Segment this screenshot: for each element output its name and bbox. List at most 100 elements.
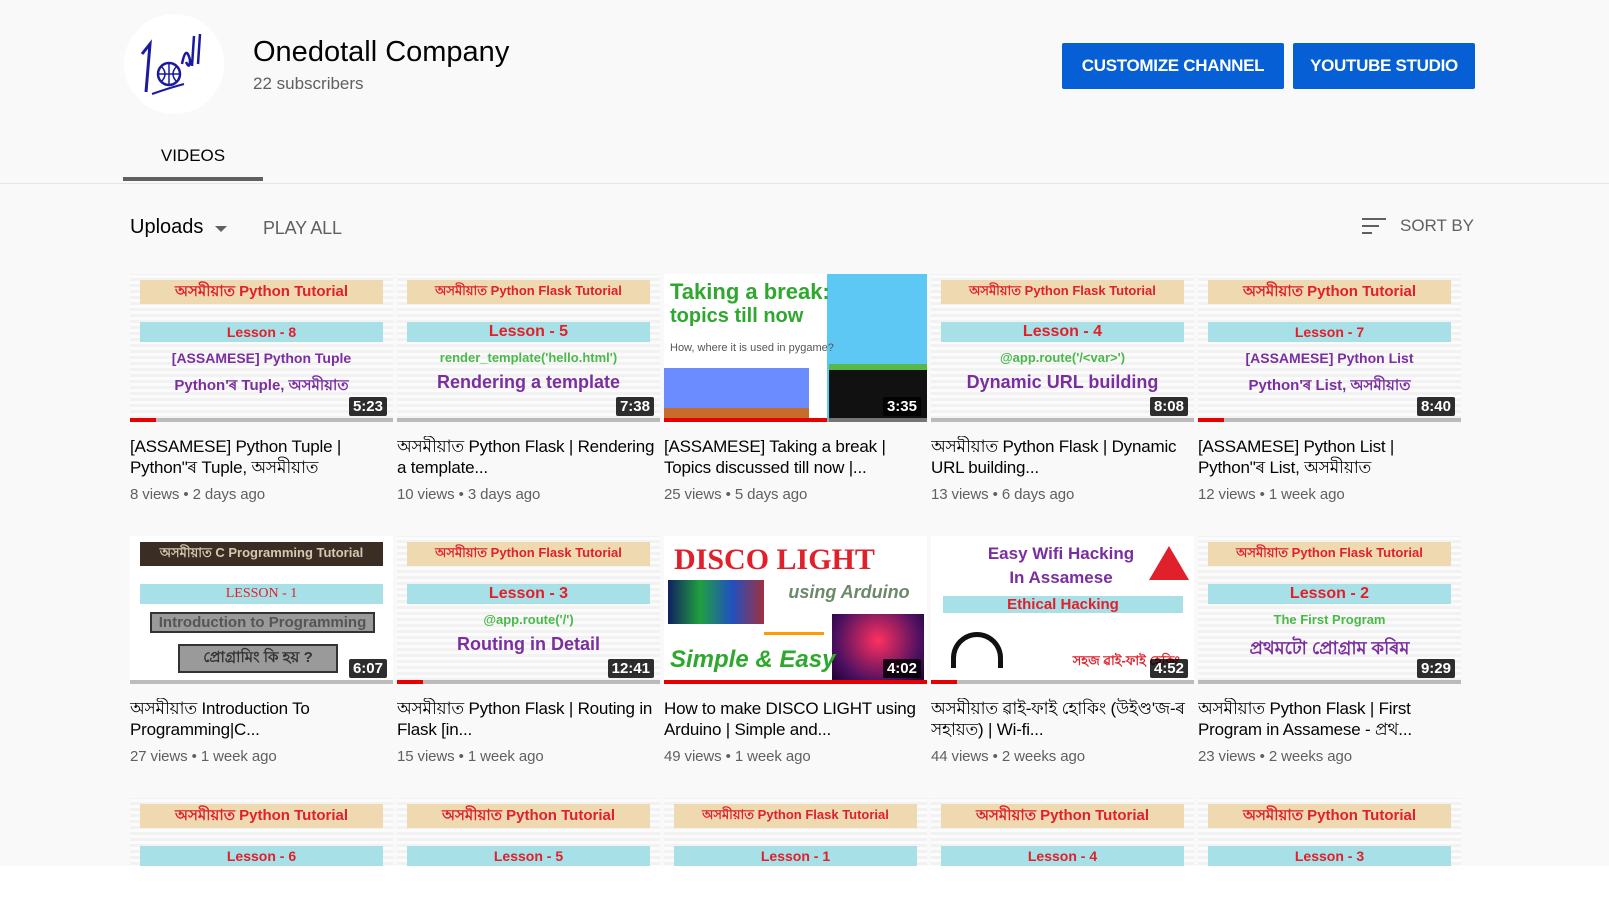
video-card[interactable]: অসমীয়াত Python Tutorial Lesson - 7 [ASSAM… (1198, 274, 1461, 503)
video-duration: 6:07 (348, 659, 387, 678)
thumbnail-lesson-label: Lesson - 1 (674, 846, 917, 866)
video-card[interactable]: অসমীয়াত Python Tutorial Lesson - 6 (130, 798, 393, 866)
video-thumbnail[interactable]: অসমীয়াত Python Flask Tutorial Lesson - 3… (397, 536, 660, 684)
meta-separator: • (988, 486, 1002, 503)
meta-separator: • (988, 748, 1002, 765)
upload-age: 5 days ago (734, 486, 808, 503)
view-count: 8 views (130, 486, 180, 503)
thumbnail-lesson-label: Lesson - 8 (140, 322, 383, 342)
video-duration: 8:40 (1416, 397, 1455, 416)
video-metadata: 13 views • 6 days ago (931, 486, 1194, 503)
video-card[interactable]: অসমীয়াত Python Flask Tutorial Lesson - 3… (397, 536, 660, 765)
video-card[interactable]: DISCO LIGHT using Arduino Simple & Easy 4:0… (664, 536, 927, 765)
upload-age: 1 week ago (467, 748, 544, 765)
video-thumbnail[interactable]: অসমীয়াত Python Flask Tutorial Lesson - 2… (1198, 536, 1461, 684)
video-title[interactable]: [ASSAMESE] Taking a break | Topics discu… (664, 436, 927, 478)
watch-progress-bar (397, 418, 660, 422)
video-thumbnail[interactable]: অসমীয়াত C Programming Tutorial LESSON - … (130, 536, 393, 684)
youtube-studio-button[interactable]: YOUTUBE STUDIO (1293, 43, 1475, 89)
upload-age: 1 week ago (1268, 486, 1345, 503)
upload-age: 2 weeks ago (1268, 748, 1352, 765)
thumbnail-line-1: The First Program (1273, 612, 1386, 627)
video-title[interactable]: অসমীয়াত Python Flask | Rendering a temp… (397, 436, 660, 478)
video-card[interactable]: অসমীয়াত Python Flask Tutorial Lesson - 1 (664, 798, 927, 866)
video-card[interactable]: অসমীয়াত Python Flask Tutorial Lesson - 2… (1198, 536, 1461, 765)
video-thumbnail[interactable]: অসমীয়াত Python Flask Tutorial Lesson - 4… (931, 274, 1194, 422)
video-card[interactable]: Taking a break: topics till now How, where… (664, 274, 927, 503)
led-photo (668, 580, 764, 624)
thumbnail-line-1: [ASSAMESE] Python List (1245, 350, 1414, 366)
watch-progress-fill (664, 418, 828, 422)
video-thumbnail[interactable]: Taking a break: topics till now How, where… (664, 274, 927, 422)
video-title[interactable]: অসমীয়াত Python Flask | Routing in Flask… (397, 698, 660, 740)
video-thumbnail[interactable]: অসমীয়াত Python Tutorial Lesson - 7 [ASSAM… (1198, 274, 1461, 422)
upload-age: 1 week ago (734, 748, 811, 765)
view-count: 10 views (397, 486, 455, 503)
thumbnail-series-label: অসমীয়াত Python Flask Tutorial (674, 804, 917, 828)
video-thumbnail[interactable]: DISCO LIGHT using Arduino Simple & Easy 4:0… (664, 536, 927, 684)
video-title[interactable]: অসমীয়াত ৱাই-ফাই হোকিং (উইণ্ড'জ-ৰ সহায়ত… (931, 698, 1194, 740)
video-title[interactable]: How to make DISCO LIGHT using Arduino | … (664, 698, 927, 740)
video-card[interactable]: অসমীয়াত C Programming Tutorial LESSON - … (130, 536, 393, 765)
video-thumbnail[interactable]: অসমীয়াত Python Tutorial Lesson - 3 (1198, 798, 1461, 866)
meta-separator: • (179, 486, 193, 503)
thumbnail-series-label: অসমীয়াত Python Flask Tutorial (1208, 542, 1451, 566)
thumbnail-artwork: অসমীয়াত Python Tutorial Lesson - 3 (1198, 798, 1461, 866)
video-duration: 12:41 (607, 659, 654, 678)
sort-by-button[interactable]: SORT BY (1362, 216, 1474, 236)
avatar[interactable] (124, 14, 224, 114)
play-all-button[interactable]: PLAY ALL (263, 218, 342, 239)
thumbnail-line-1: Ethical Hacking (943, 596, 1183, 613)
video-card[interactable]: অসমীয়াত Python Flask Tutorial Lesson - 5… (397, 274, 660, 503)
video-duration: 9:29 (1416, 659, 1455, 678)
video-thumbnail[interactable]: Easy Wifi Hacking In Assamese Ethical Hack… (931, 536, 1194, 684)
video-metadata: 49 views • 1 week ago (664, 748, 927, 765)
video-thumbnail[interactable]: অসমীয়াত Python Tutorial Lesson - 5 (397, 798, 660, 866)
thumbnail-series-label: অসমীয়াত Python Tutorial (140, 804, 383, 828)
thumbnail-lesson-label: Lesson - 5 (407, 322, 650, 342)
watch-progress-fill (664, 680, 927, 684)
tab-videos[interactable]: VIDEOS (123, 130, 263, 182)
watch-progress-bar (1198, 418, 1461, 422)
thumbnail-line-1: @app.route('/<var>') (999, 350, 1126, 365)
uploads-dropdown[interactable]: Uploads (130, 216, 228, 239)
video-card[interactable]: অসমীয়াত Python Tutorial Lesson - 4 (931, 798, 1194, 866)
video-card[interactable]: অসমীয়াত Python Tutorial Lesson - 8 [ASSAM… (130, 274, 393, 503)
video-card[interactable]: অসমীয়াত Python Flask Tutorial Lesson - 4… (931, 274, 1194, 503)
thumbnail-lesson-label: using Arduino (788, 581, 910, 602)
video-metadata: 15 views • 1 week ago (397, 748, 660, 765)
sort-by-label: SORT BY (1400, 216, 1475, 235)
thumbnail-line-1: Introduction to Programming (150, 612, 375, 633)
video-metadata: 44 views • 2 weeks ago (931, 748, 1194, 765)
video-thumbnail[interactable]: অসমীয়াত Python Tutorial Lesson - 8 [ASSAM… (130, 274, 393, 422)
video-thumbnail[interactable]: অসমীয়াত Python Flask Tutorial Lesson - 5… (397, 274, 660, 422)
watch-progress-bar (130, 418, 393, 422)
thumbnail-lesson-label: Lesson - 4 (941, 846, 1184, 866)
meta-separator: • (1255, 486, 1269, 503)
video-thumbnail[interactable]: অসমীয়াত Python Tutorial Lesson - 4 (931, 798, 1194, 866)
thumbnail-artwork: অসমীয়াত Python Tutorial Lesson - 6 (130, 798, 393, 866)
thumbnail-series-label: অসমীয়াত Python Tutorial (407, 804, 650, 828)
video-card[interactable]: অসমীয়াত Python Tutorial Lesson - 3 (1198, 798, 1461, 866)
video-title[interactable]: [ASSAMESE] Python List | Python"ৰ List, … (1198, 436, 1461, 478)
upload-age: 1 week ago (200, 748, 277, 765)
video-title[interactable]: [ASSAMESE] Python Tuple | Python"ৰ Tuple… (130, 436, 393, 478)
video-title[interactable]: অসমীয়াত Python Flask | Dynamic URL buil… (931, 436, 1194, 478)
video-card[interactable]: অসমীয়াত Python Tutorial Lesson - 5 (397, 798, 660, 866)
watch-progress-fill (397, 680, 424, 684)
video-metadata: 27 views • 1 week ago (130, 748, 393, 765)
thumbnail-series-label: অসমীয়াত Python Flask Tutorial (941, 280, 1184, 304)
view-count: 12 views (1198, 486, 1256, 503)
video-thumbnail[interactable]: অসমীয়াত Python Tutorial Lesson - 6 (130, 798, 393, 866)
video-thumbnail[interactable]: অসমীয়াত Python Flask Tutorial Lesson - 1 (664, 798, 927, 866)
video-card[interactable]: Easy Wifi Hacking In Assamese Ethical Hack… (931, 536, 1194, 765)
video-title[interactable]: অসমীয়াত Introduction To Programming|C..… (130, 698, 393, 740)
video-title[interactable]: অসমীয়াত Python Flask | First Program in… (1198, 698, 1461, 740)
view-count: 49 views (664, 748, 722, 765)
thumbnail-line-1: render_template('hello.html') (439, 350, 618, 365)
tab-active-indicator (123, 177, 263, 181)
view-count: 44 views (931, 748, 989, 765)
caret-down-icon (215, 226, 228, 232)
thumbnail-lesson-label: In Assamese (1009, 568, 1113, 587)
customize-channel-button[interactable]: CUSTOMIZE CHANNEL (1062, 43, 1284, 89)
